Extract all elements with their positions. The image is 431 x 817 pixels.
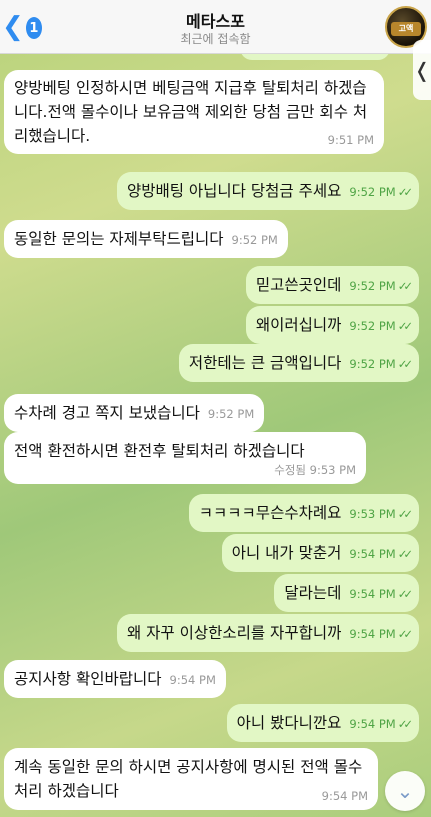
message-time: 9:54 PM ✓✓ [349, 587, 413, 601]
message-time: 9:54 PM [321, 789, 368, 803]
message-time: 9:52 PM [231, 233, 278, 247]
double-check-icon: ✓✓ [397, 547, 413, 561]
double-check-icon: ✓✓ [397, 279, 413, 293]
double-check-icon: ✓✓ [397, 185, 413, 199]
chat-title[interactable]: 메타스포 [0, 8, 431, 32]
message-outgoing[interactable]: 아니 봤다니깐요 9:54 PM ✓✓ [226, 704, 419, 742]
message-outgoing[interactable]: 왜이러십니까 9:52 PM ✓✓ [245, 306, 419, 344]
message-time: 9:52 PM [207, 407, 255, 421]
message-time: 9:51 PM [327, 133, 374, 147]
message-text: 저한테는 큰 금액입니다 [188, 354, 342, 372]
message-text: ㅋㅋㅋㅋ무슨수차례요 [198, 504, 342, 522]
message-text: 수차례 경고 쪽지 보냈습니다 [14, 404, 200, 422]
message-time: 9:52 PM ✓✓ [349, 357, 413, 371]
message-outgoing[interactable]: 달라는데 9:54 PM ✓✓ [274, 574, 419, 612]
avatar-label: 고액 [391, 22, 421, 36]
double-check-icon: ✓✓ [397, 717, 413, 731]
message-time: 9:52 PM ✓✓ [349, 185, 413, 199]
scroll-down-button[interactable]: ⌄ [385, 771, 425, 811]
message-outgoing[interactable]: 양방배팅 아닙니다 당첨금 주세요 9:52 PM ✓✓ [116, 172, 419, 210]
message-incoming[interactable]: 계속 동일한 문의 하시면 공지사항에 명시된 전액 몰수 처리 하겠습니다 9… [4, 748, 378, 810]
message-text: 왜 자꾸 이상한소리를 자꾸합니까 [126, 624, 342, 642]
message-time: 9:52 PM ✓✓ [349, 279, 413, 293]
message-time: 수정됨 9:53 PM [274, 463, 356, 477]
double-check-icon: ✓✓ [397, 627, 413, 641]
message-incoming[interactable]: 수차례 경고 쪽지 보냈습니다 9:52 PM [4, 394, 265, 432]
message-incoming[interactable]: 양방베팅 인정하시면 베팅금액 지급후 탈퇴처리 하겠습니다.전액 몰수이나 보… [4, 70, 384, 154]
message-text: 양방배팅 아닙니다 당첨금 주세요 [126, 182, 342, 200]
side-panel-handle[interactable]: ❬ [413, 40, 431, 100]
message-text: 아니 내가 맞춘거 [231, 544, 342, 562]
message-incoming[interactable]: 동일한 문의는 자제부탁드립니다 9:52 PM [4, 220, 288, 258]
message-time: 9:54 PM ✓✓ [349, 547, 413, 561]
message-text: 왜이러십니까 [255, 316, 342, 334]
message-time: 9:54 PM ✓✓ [349, 717, 413, 731]
message-text: 믿고쓴곳인데 [255, 276, 342, 294]
message-text: 양방베팅 인정하시면 베팅금액 지급후 탈퇴처리 하겠습니다.전액 몰수이나 보… [14, 79, 368, 145]
message-incoming[interactable]: 공지사항 확인바랍니다 9:54 PM [4, 660, 226, 698]
chevron-down-icon: ⌄ [396, 779, 414, 803]
message-outgoing[interactable]: 아니 내가 맞춘거 9:54 PM ✓✓ [221, 534, 419, 572]
message-text: 전액 환전하시면 환전후 탈퇴처리 하겠습니다 [14, 442, 305, 460]
message-text: 동일한 문의는 자제부탁드립니다 [14, 230, 224, 248]
double-check-icon: ✓✓ [397, 357, 413, 371]
double-check-icon: ✓✓ [397, 507, 413, 521]
double-check-icon: ✓✓ [397, 319, 413, 333]
last-seen-status: 최근에 접속함 [180, 32, 251, 46]
message-time: 9:52 PM ✓✓ [349, 319, 413, 333]
double-check-icon: ✓✓ [397, 587, 413, 601]
message-text: 공지사항 확인바랍니다 [14, 670, 162, 688]
message-text: 달라는데 [284, 584, 342, 602]
message-time: 9:54 PM [169, 673, 216, 687]
chat-header: ❮ 1 메타스포 최근에 접속함 고액 [0, 0, 431, 54]
message-outgoing[interactable]: 왜 자꾸 이상한소리를 자꾸합니까 9:54 PM ✓✓ [116, 614, 419, 652]
message-time: 9:54 PM ✓✓ [349, 627, 413, 641]
message-incoming[interactable]: 전액 환전하시면 환전후 탈퇴처리 하겠습니다 수정됨 9:53 PM [4, 432, 366, 484]
message-time: 9:53 PM ✓✓ [349, 507, 413, 521]
message-outgoing[interactable]: ㅋㅋㅋㅋ무슨수차례요 9:53 PM ✓✓ [188, 494, 419, 532]
message-text: 아니 봤다니깐요 [236, 714, 342, 732]
message-outgoing[interactable]: 저한테는 큰 금액입니다 9:52 PM ✓✓ [178, 344, 419, 382]
message-outgoing[interactable]: 믿고쓴곳인데 9:52 PM ✓✓ [245, 266, 419, 304]
message-text: 계속 동일한 문의 하시면 공지사항에 명시된 전액 몰수 처리 하겠습니다 [14, 758, 363, 800]
